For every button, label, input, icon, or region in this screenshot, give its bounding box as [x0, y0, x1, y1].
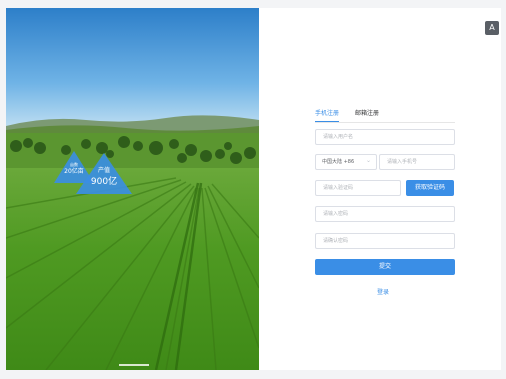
submit-button[interactable]: 提交 — [315, 259, 455, 275]
country-code-value: 中国大陆 +86 — [322, 159, 355, 165]
phone-input[interactable]: 请输入手机号 — [379, 154, 455, 170]
tab-phone-register[interactable]: 手机注册 — [315, 109, 339, 119]
country-code-select[interactable]: 中国大陆 +86 ⌄ — [315, 154, 377, 170]
tab-email-register[interactable]: 邮箱注册 — [355, 109, 379, 119]
small-badge-label: 亩数 — [70, 162, 78, 167]
carousel-indicator[interactable] — [119, 364, 149, 366]
verification-code-input[interactable]: 请输入验证码 — [315, 180, 401, 196]
register-page: 亩数 20亿亩 产值 900亿 A 手机注册 邮箱注册 请输入用户名 中国大陆 … — [6, 8, 501, 370]
footer-blurred-text — [160, 373, 360, 377]
large-badge-label: 产值 — [97, 167, 110, 174]
farmland-illustration — [6, 8, 259, 370]
tabs-divider — [315, 122, 455, 123]
password-placeholder: 请输入密码 — [323, 211, 349, 217]
large-badge-value: 900亿 — [90, 177, 118, 187]
confirm-password-placeholder: 请确认密码 — [323, 238, 349, 244]
login-link[interactable]: 登录 — [377, 289, 389, 297]
chevron-down-icon: ⌄ — [365, 157, 371, 164]
username-input[interactable]: 请输入用户名 — [315, 129, 455, 145]
small-badge-value: 20亿亩 — [64, 168, 84, 175]
code-placeholder: 请输入验证码 — [323, 185, 354, 191]
username-placeholder: 请输入用户名 — [323, 134, 354, 140]
hero-image: 亩数 20亿亩 产值 900亿 — [6, 8, 259, 370]
phone-placeholder: 请输入手机号 — [387, 159, 418, 165]
translate-icon[interactable]: A — [485, 21, 499, 35]
get-code-button[interactable]: 获取验证码 — [406, 180, 454, 196]
confirm-password-input[interactable]: 请确认密码 — [315, 233, 455, 249]
password-input[interactable]: 请输入密码 — [315, 206, 455, 222]
